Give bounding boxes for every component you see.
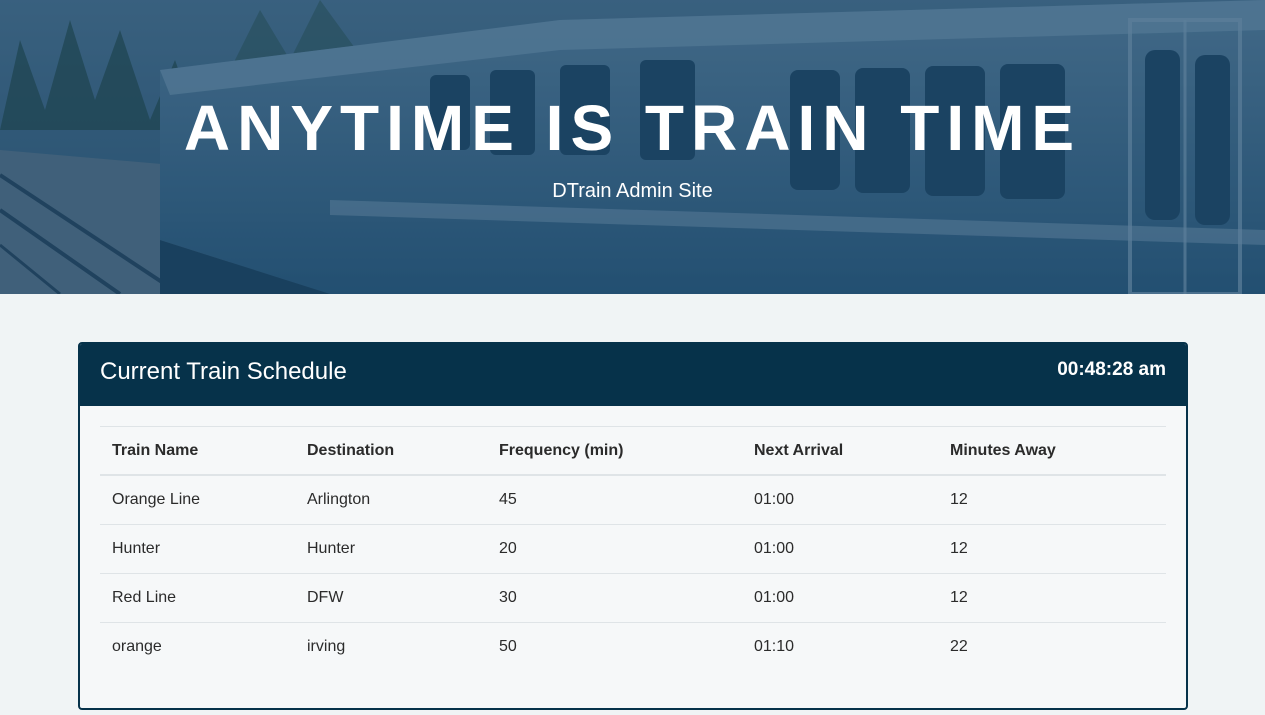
cell-next-arrival: 01:00 — [754, 491, 795, 508]
schedule-table-container: Train Name Destination Frequency (min) N… — [100, 426, 1166, 671]
schedule-table: Train Name Destination Frequency (min) N… — [100, 426, 1166, 671]
cell-destination: DFW — [307, 589, 344, 606]
cell-next-arrival: 01:00 — [754, 589, 795, 606]
table-row: Hunter Hunter 20 01:00 12 — [100, 525, 1166, 574]
table-row: Red Line DFW 30 01:00 12 — [100, 574, 1166, 623]
cell-minutes-away: 12 — [950, 540, 968, 557]
cell-next-arrival: 01:10 — [754, 638, 795, 655]
cell-minutes-away: 12 — [950, 589, 968, 606]
hero-subtitle: DTrain Admin Site — [552, 180, 713, 202]
cell-frequency: 20 — [499, 540, 517, 557]
column-header-minutes-away: Minutes Away — [950, 441, 1056, 459]
cell-frequency: 30 — [499, 589, 517, 606]
column-header-destination: Destination — [307, 441, 395, 459]
cell-minutes-away: 12 — [950, 491, 968, 508]
table-row: Orange Line Arlington 45 01:00 12 — [100, 475, 1166, 525]
train-schedule-panel: Current Train Schedule 00:48:28 am Train… — [78, 342, 1188, 710]
table-body: Orange Line Arlington 45 01:00 12 Hunter… — [100, 475, 1166, 671]
cell-train-name: Hunter — [112, 540, 161, 557]
column-header-next-arrival: Next Arrival — [754, 441, 844, 459]
cell-next-arrival: 01:00 — [754, 540, 795, 557]
table-header: Train Name Destination Frequency (min) N… — [100, 426, 1166, 475]
hero-banner: ANYTIME IS TRAIN TIME DTrain Admin Site — [0, 0, 1265, 294]
cell-frequency: 50 — [499, 638, 517, 655]
cell-frequency: 45 — [499, 491, 517, 508]
cell-train-name: orange — [112, 638, 162, 655]
cell-train-name: Orange Line — [112, 491, 201, 508]
panel-title: Current Train Schedule — [100, 358, 347, 385]
column-header-train-name: Train Name — [112, 441, 199, 459]
cell-destination: Hunter — [307, 540, 356, 557]
column-header-frequency: Frequency (min) — [499, 441, 624, 459]
cell-minutes-away: 22 — [950, 638, 968, 655]
current-time: 00:48:28 am — [1057, 359, 1166, 380]
cell-destination: Arlington — [307, 491, 371, 508]
cell-destination: irving — [307, 638, 346, 655]
panel-header: Current Train Schedule 00:48:28 am — [80, 344, 1186, 406]
table-row: orange irving 50 01:10 22 — [100, 623, 1166, 672]
hero-title: ANYTIME IS TRAIN TIME — [183, 92, 1082, 164]
cell-train-name: Red Line — [112, 589, 177, 606]
header-row: Train Name Destination Frequency (min) N… — [100, 426, 1166, 475]
